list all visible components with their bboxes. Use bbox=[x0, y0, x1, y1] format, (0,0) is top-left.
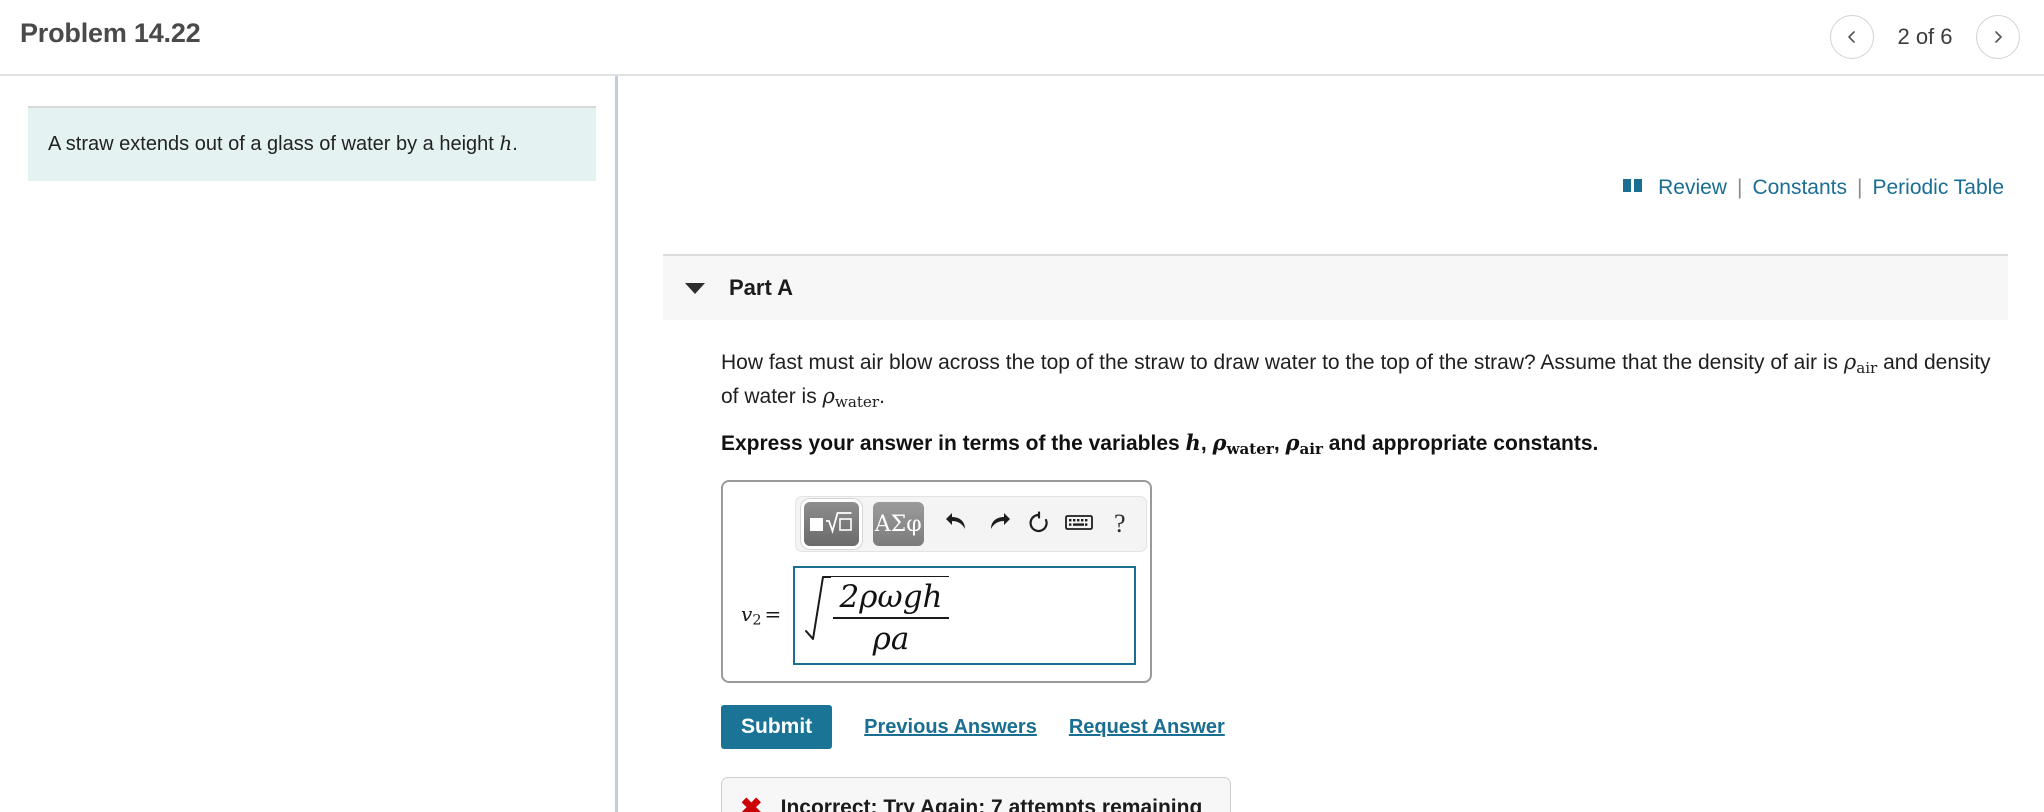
express-text-2: , bbox=[1200, 432, 1213, 456]
answer-variable-label: v2 = bbox=[737, 602, 793, 629]
problem-pager: 2 of 6 bbox=[1830, 15, 2020, 59]
chevron-right-icon bbox=[1990, 29, 2006, 45]
express-text-3: , bbox=[1273, 432, 1286, 456]
answer-actions: Submit Previous Answers Request Answer bbox=[721, 705, 2008, 750]
previous-answers-link[interactable]: Previous Answers bbox=[864, 716, 1037, 739]
express-text-4: and appropriate constants. bbox=[1322, 432, 1599, 456]
math-template-button[interactable] bbox=[804, 502, 859, 547]
answer-equals-sign: = bbox=[764, 602, 782, 627]
square-root-expression: 2ρωgh ρa bbox=[805, 573, 949, 659]
undo-arrow-icon bbox=[945, 512, 971, 537]
feedback-message: Incorrect; Try Again; 7 attempts remaini… bbox=[780, 796, 1203, 812]
constants-link[interactable]: Constants bbox=[1752, 176, 1847, 200]
part-a-header[interactable]: Part A bbox=[663, 254, 2008, 320]
part-a-title: Part A bbox=[729, 275, 793, 300]
review-link[interactable]: Review bbox=[1658, 176, 1727, 200]
answer-instruction: Express your answer in terms of the vari… bbox=[721, 430, 2008, 458]
fraction-numerator: 2ρωgh bbox=[833, 577, 949, 619]
figure-caption: A straw extends out of a glass of water … bbox=[28, 106, 596, 181]
express-rho-air: ρ bbox=[1285, 430, 1300, 456]
question-text-3: . bbox=[879, 385, 885, 409]
question-statement: How fast must air blow across the top of… bbox=[721, 346, 2011, 414]
figure-caption-text-2: . bbox=[512, 133, 518, 155]
figure-caption-variable: h bbox=[499, 131, 513, 155]
fraction-denominator: ρa bbox=[872, 620, 910, 657]
greek-symbols-label: ΑΣφ bbox=[874, 511, 922, 537]
answer-variable-subscript: 2 bbox=[752, 612, 762, 629]
undo-button[interactable] bbox=[940, 503, 976, 545]
link-separator-1: | bbox=[1736, 176, 1743, 199]
page-title: Problem 14.22 bbox=[20, 18, 201, 48]
redo-button[interactable] bbox=[980, 503, 1016, 545]
fraction: 2ρωgh ρa bbox=[831, 575, 949, 659]
express-rho-water-sub: water bbox=[1226, 440, 1274, 459]
radical-sign-icon bbox=[805, 573, 832, 659]
express-var-h: h bbox=[1185, 430, 1201, 456]
resource-links: Review | Constants | Periodic Table bbox=[1622, 176, 2004, 200]
question-rho-water-sub: water bbox=[834, 392, 880, 411]
part-a-content: How fast must air blow across the top of… bbox=[663, 320, 2008, 812]
math-editor-toolbar: ΑΣφ ? bbox=[795, 496, 1147, 553]
content-area: A straw extends out of a glass of water … bbox=[0, 76, 2044, 812]
keyboard-icon bbox=[1065, 513, 1094, 535]
question-rho-water: ρ bbox=[822, 384, 835, 409]
pager-position-label: 2 of 6 bbox=[1897, 24, 1953, 49]
link-separator-2: | bbox=[1857, 176, 1863, 199]
question-rho-air-sub: air bbox=[1856, 358, 1878, 377]
question-rho-air: ρ bbox=[1843, 350, 1857, 374]
answer-variable: v bbox=[741, 602, 753, 627]
math-template-icon bbox=[808, 509, 854, 540]
express-text-1: Express your answer in terms of the vari… bbox=[721, 432, 1186, 456]
question-text-1: How fast must air blow across the top of… bbox=[721, 351, 1844, 374]
reset-button[interactable] bbox=[1021, 503, 1057, 545]
next-problem-button[interactable] bbox=[1976, 15, 2020, 59]
greek-symbols-button[interactable]: ΑΣφ bbox=[872, 502, 924, 547]
periodic-table-link[interactable]: Periodic Table bbox=[1872, 176, 2004, 200]
problem-pane: Review | Constants | Periodic Table Part… bbox=[618, 76, 2044, 812]
answer-entry-row: v2 = 2ρωgh ρa bbox=[737, 566, 1136, 666]
top-header-bar: Problem 14.22 2 of 6 bbox=[0, 0, 2044, 76]
keyboard-button[interactable] bbox=[1061, 503, 1097, 545]
express-rho-air-sub: air bbox=[1299, 440, 1323, 459]
part-a-panel: Part A How fast must air blow across the… bbox=[663, 254, 2008, 812]
answer-widget: ΑΣφ ? v2 = 2ρωgh ρa bbox=[721, 480, 1152, 684]
request-answer-link[interactable]: Request Answer bbox=[1069, 716, 1225, 739]
answer-math-input[interactable]: 2ρωgh ρa bbox=[793, 566, 1136, 666]
question-mark-icon: ? bbox=[1113, 509, 1126, 539]
cross-mark-icon: ✖ bbox=[740, 792, 763, 812]
figure-pane: A straw extends out of a glass of water … bbox=[0, 76, 615, 812]
express-rho-water: ρ bbox=[1212, 430, 1227, 456]
refresh-circle-icon bbox=[1027, 511, 1051, 538]
figure-caption-text-1: A straw extends out of a glass of water … bbox=[48, 133, 500, 155]
caret-down-icon[interactable] bbox=[685, 282, 705, 294]
redo-arrow-icon bbox=[985, 512, 1011, 537]
help-button[interactable]: ? bbox=[1102, 503, 1138, 545]
feedback-banner: ✖ Incorrect; Try Again; 7 attempts remai… bbox=[721, 777, 1231, 812]
chevron-left-icon bbox=[1844, 29, 1860, 45]
submit-button[interactable]: Submit bbox=[721, 705, 833, 750]
previous-problem-button[interactable] bbox=[1830, 15, 1874, 59]
book-icon bbox=[1622, 176, 1644, 200]
